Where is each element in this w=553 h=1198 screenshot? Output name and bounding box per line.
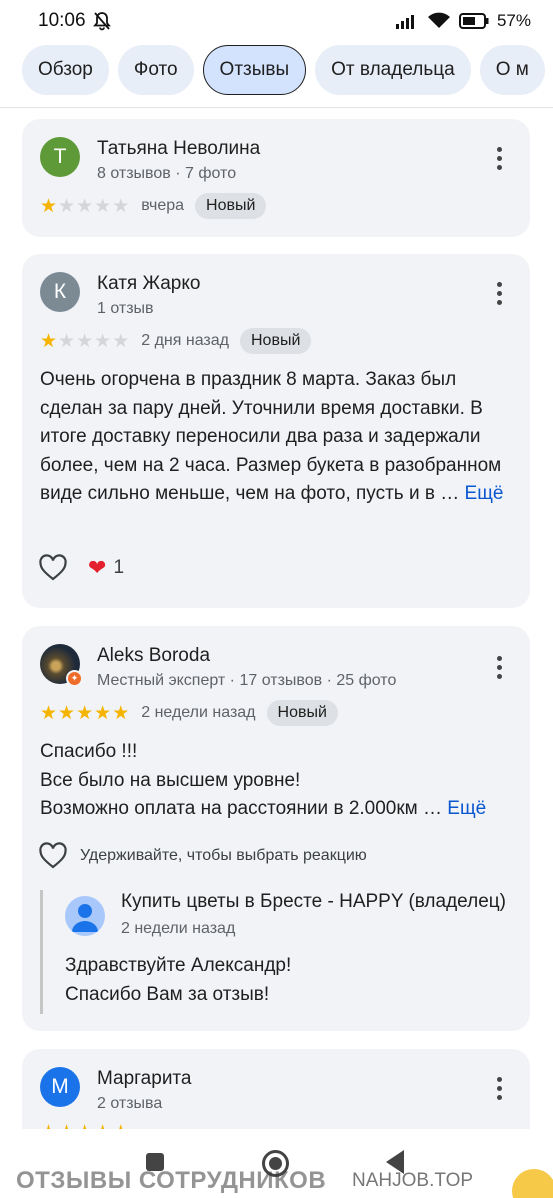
review-body: Очень огорчена в праздник 8 марта. Заказ…	[40, 369, 502, 504]
reviewer-name[interactable]: Маргарита	[97, 1067, 192, 1091]
status-time: 10:06	[38, 10, 86, 31]
wifi-icon	[427, 12, 450, 28]
avatar[interactable]: М	[40, 1067, 80, 1107]
new-badge: Новый	[266, 700, 338, 726]
owner-reply-text: Здравствуйте Александр! Спасибо Вам за о…	[65, 952, 520, 1009]
avatar[interactable]: Т	[40, 137, 80, 177]
battery-icon	[458, 13, 489, 29]
review-date: 2 недели назад	[141, 704, 256, 721]
more-options-icon[interactable]	[494, 147, 504, 170]
owner-reply: Купить цветы в Бресте - HAPPY (владелец)…	[40, 890, 520, 1014]
heart-outline-icon[interactable]	[38, 842, 68, 870]
review-line: Возможно оплата на расстоянии в 2.000км …	[40, 798, 448, 819]
watermark-site: NAHJOB.TOP	[352, 1170, 474, 1191]
reviewer-name[interactable]: Татьяна Неволина	[97, 137, 260, 161]
review-date: 2 дня назад	[141, 332, 229, 349]
tab-reviews[interactable]: Отзывы	[202, 45, 307, 95]
reviewer-name[interactable]: Катя Жарко	[97, 272, 200, 296]
status-bar: 10:06 57%	[0, 0, 553, 42]
review-text: Очень огорчена в праздник 8 марта. Заказ…	[40, 366, 518, 509]
review-line: Спасибо !!!	[40, 741, 138, 762]
review-text: Спасибо !!! Все было на высшем уровне! В…	[40, 738, 518, 824]
new-badge: Новый	[239, 328, 312, 354]
more-options-icon[interactable]	[494, 1077, 504, 1100]
local-guide-badge-icon: ✦	[66, 670, 83, 687]
more-options-icon[interactable]	[494, 656, 504, 679]
read-more-link[interactable]: Ещё	[447, 798, 486, 819]
reviewer-name[interactable]: Aleks Boroda	[97, 644, 396, 668]
reviewer-meta: 2 отзыва	[97, 1095, 163, 1112]
reviewer-meta: 8 отзывов · 7 фото	[97, 165, 237, 182]
heart-outline-icon[interactable]	[38, 554, 68, 582]
screen: 10:06 57% Обзор Фото Отзывы От владельца…	[0, 0, 553, 1198]
star-rating: ★★★★★	[40, 702, 130, 724]
review-card: Т Татьяна Неволина 8 отзывов · 7 фото ★ ★…	[22, 119, 530, 237]
avatar[interactable]: ✦	[40, 644, 83, 687]
review-card: К Катя Жарко 1 отзыв ★ ★ ★ ★ ★ 2 дня назад Н…	[22, 254, 530, 608]
heart-reaction-icon[interactable]: ❤	[88, 555, 106, 581]
avatar[interactable]: К	[40, 272, 80, 312]
review-card: ✦ Aleks Boroda Местный эксперт · 17 отзы…	[22, 626, 530, 1031]
emoji-watermark-icon	[512, 1169, 553, 1198]
tab-photos[interactable]: Фото	[117, 45, 194, 95]
reviewer-meta: Местный эксперт · 17 отзывов · 25 фото	[97, 672, 397, 689]
star-rating: ★★★★★	[40, 1121, 129, 1129]
read-more-link[interactable]: Ещё	[465, 483, 504, 504]
owner-reply-date: 2 недели назад	[121, 920, 236, 937]
review-line: Все было на высшем уровне!	[40, 769, 301, 791]
star-rating: ★★★★★	[40, 195, 130, 217]
owner-avatar-icon	[65, 896, 105, 936]
reaction-hint: Удерживайте, чтобы выбрать реакцию	[80, 847, 367, 864]
signal-icon	[395, 15, 414, 29]
review-date: вчера	[141, 197, 185, 214]
more-options-icon[interactable]	[494, 282, 504, 305]
battery-level: 57%	[496, 11, 531, 30]
owner-name: Купить цветы в Бресте - HAPPY (владелец)	[121, 891, 506, 912]
tab-about[interactable]: О м	[479, 45, 545, 95]
reply-line: Здравствуйте Александр!	[65, 955, 292, 976]
tab-bar: Обзор Фото Отзывы От владельца О м	[0, 42, 553, 108]
review-card: М Маргарита 2 отзыва ★★★★★	[22, 1049, 530, 1129]
star-rating: ★★★★★	[40, 330, 130, 352]
new-badge: Новый	[195, 193, 267, 219]
tab-overview[interactable]: Обзор	[22, 45, 109, 95]
reply-line: Спасибо Вам за отзыв!	[65, 983, 270, 1005]
reviews-list: Т Татьяна Неволина 8 отзывов · 7 фото ★ ★…	[0, 109, 553, 1129]
watermark-text: ОТЗЫВЫ СОТРУДНИКОВ	[16, 1167, 327, 1194]
mute-bell-icon	[92, 12, 111, 31]
tab-from-owner[interactable]: От владельца	[315, 45, 471, 95]
reviewer-meta: 1 отзыв	[97, 300, 154, 317]
reaction-count: 1	[113, 557, 125, 578]
system-nav-bar: ОТЗЫВЫ СОТРУДНИКОВ NAHJOB.TOP	[0, 1129, 553, 1198]
